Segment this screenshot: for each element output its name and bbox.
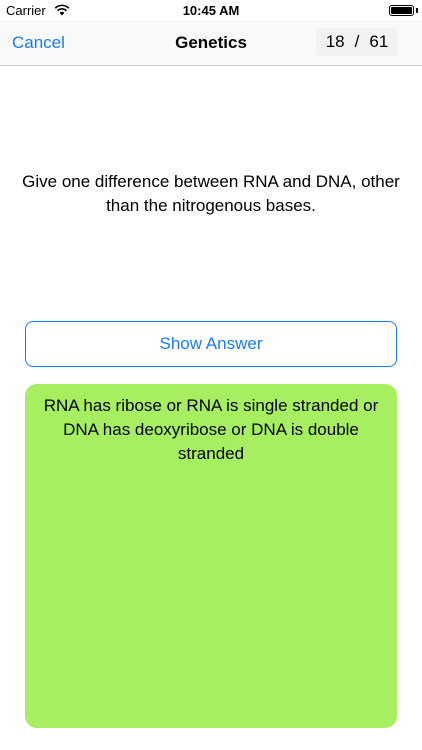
- current-card-number: 18: [325, 32, 345, 51]
- progress-counter: 18 / 61: [316, 28, 398, 56]
- status-bar: Carrier 10:45 AM: [0, 0, 422, 22]
- question-text: Give one difference between RNA and DNA,…: [22, 172, 400, 215]
- navigation-bar: Cancel Genetics 18 / 61: [0, 20, 422, 66]
- answer-text: RNA has ribose or RNA is single stranded…: [43, 396, 379, 463]
- battery-icon: [389, 5, 414, 16]
- total-card-number: 61: [369, 32, 389, 51]
- battery-tip: [416, 8, 418, 13]
- counter-separator: /: [354, 32, 360, 51]
- status-time: 10:45 AM: [182, 3, 240, 18]
- answer-card: RNA has ribose or RNA is single stranded…: [25, 384, 397, 728]
- show-answer-button[interactable]: Show Answer: [25, 321, 397, 367]
